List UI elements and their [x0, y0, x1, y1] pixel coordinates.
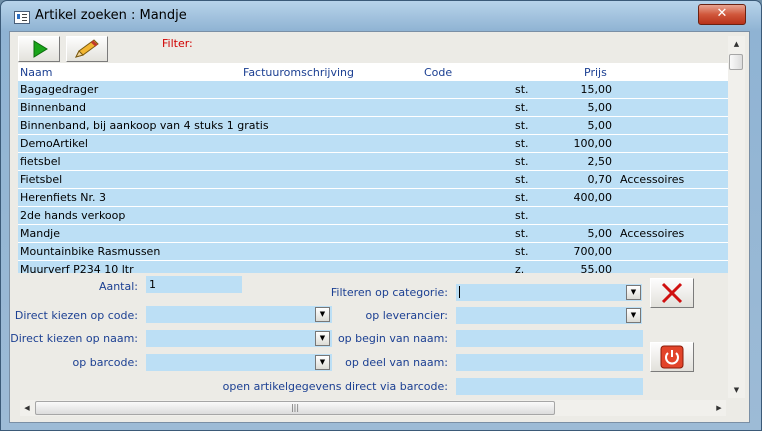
- begin-naam-input[interactable]: [456, 330, 643, 347]
- table-row[interactable]: Muurverf P234 10 ltr z. 55,00: [18, 261, 728, 273]
- cell-prijs: 400,00: [573, 191, 613, 204]
- list-rows: Bagagedrager st. 15,00 Binnenband st. 5,00 Bin…: [18, 81, 728, 273]
- list-header: Naam Factuuromschrijving Code Prijs: [18, 63, 728, 81]
- cell-prijs: 5,00: [587, 227, 613, 240]
- deel-naam-input[interactable]: [456, 354, 643, 371]
- cell-naam: Bagagedrager: [20, 83, 99, 96]
- cell-eenheid: st.: [515, 245, 529, 258]
- barcode-label: op barcode:: [72, 356, 138, 369]
- cell-naam: fietsbel: [20, 155, 61, 168]
- app-window: Artikel zoeken : Mandje ✕ Filter: Naam F…: [0, 0, 762, 431]
- table-row[interactable]: DemoArtikel st. 100,00: [18, 135, 728, 152]
- table-row[interactable]: Binnenband, bij aankoop van 4 stuks 1 gr…: [18, 117, 728, 134]
- cell-eenheid: st.: [515, 209, 529, 222]
- cell-eenheid: st.: [515, 191, 529, 204]
- edit-article-button[interactable]: [66, 36, 108, 62]
- table-row[interactable]: 2de hands verkoop st.: [18, 207, 728, 224]
- table-row[interactable]: Mandje st. 5,00 Accessoires: [18, 225, 728, 242]
- scroll-down-icon[interactable]: ▼: [728, 382, 745, 398]
- leverancier-combobox[interactable]: [456, 307, 642, 324]
- chevron-down-icon[interactable]: ▼: [626, 308, 641, 323]
- code-combobox[interactable]: [146, 306, 332, 323]
- cell-prijs: 55,00: [580, 263, 613, 273]
- open-barcode-input[interactable]: [456, 378, 643, 395]
- table-row[interactable]: Fietsbel st. 0,70 Accessoires: [18, 171, 728, 188]
- play-icon: [33, 40, 48, 58]
- categorie-combobox[interactable]: [456, 284, 642, 301]
- red-x-icon: [661, 282, 683, 304]
- cell-eenheid: st.: [515, 83, 529, 96]
- power-icon: [660, 345, 684, 369]
- clear-filter-button[interactable]: [650, 278, 694, 308]
- table-row[interactable]: Herenfiets Nr. 3 st. 400,00: [18, 189, 728, 206]
- text-cursor: [459, 286, 460, 298]
- cell-naam: Binnenband, bij aankoop van 4 stuks 1 gr…: [20, 119, 269, 132]
- categorie-label: Filteren op categorie:: [330, 286, 448, 299]
- table-row[interactable]: Binnenband st. 5,00: [18, 99, 728, 116]
- scroll-right-icon[interactable]: ▶: [712, 400, 726, 416]
- cell-naam: Mandje: [20, 227, 61, 240]
- cell-eenheid: st.: [515, 173, 529, 186]
- horizontal-scrollbar[interactable]: ◀ ||| ▶: [20, 400, 726, 416]
- cell-prijs: 5,00: [587, 101, 613, 114]
- cell-prijs: 0,70: [587, 173, 613, 186]
- barcode-combobox[interactable]: [146, 354, 332, 371]
- table-row[interactable]: fietsbel st. 2,50: [18, 153, 728, 170]
- deel-naam-label: op deel van naam:: [345, 356, 448, 369]
- cell-naam: Fietsbel: [20, 173, 63, 186]
- close-form-button[interactable]: [650, 342, 694, 372]
- cell-prijs: 5,00: [587, 119, 613, 132]
- open-barcode-label: open artikelgegevens direct via barcode:: [222, 380, 448, 393]
- table-row[interactable]: Bagagedrager st. 15,00: [18, 81, 728, 98]
- hscroll-thumb[interactable]: |||: [35, 401, 555, 415]
- cell-naam: Mountainbike Rasmussen: [20, 245, 161, 258]
- cell-prijs: 700,00: [573, 245, 613, 258]
- cell-naam: Binnenband: [20, 101, 86, 114]
- code-label: Direct kiezen op code:: [14, 309, 138, 322]
- cell-prijs: 15,00: [580, 83, 613, 96]
- vertical-scrollbar[interactable]: ▲ ▼: [728, 36, 745, 398]
- cell-categorie: Accessoires: [620, 227, 685, 240]
- form-icon: [14, 11, 30, 24]
- column-header-naam[interactable]: Naam: [20, 66, 52, 79]
- filter-label: Filter:: [162, 37, 193, 50]
- cell-eenheid: st.: [515, 227, 529, 240]
- scroll-up-icon[interactable]: ▲: [728, 36, 745, 52]
- chevron-down-icon[interactable]: ▼: [626, 285, 641, 300]
- article-list[interactable]: Naam Factuuromschrijving Code Prijs Baga…: [18, 63, 728, 273]
- cell-naam: 2de hands verkoop: [20, 209, 126, 222]
- run-search-button[interactable]: [18, 36, 60, 62]
- cell-naam: Herenfiets Nr. 3: [20, 191, 107, 204]
- close-button[interactable]: ✕: [698, 4, 746, 25]
- scroll-left-icon[interactable]: ◀: [20, 400, 34, 416]
- window-title: Artikel zoeken : Mandje: [35, 8, 187, 23]
- leverancier-label: op leverancier:: [365, 309, 448, 322]
- column-header-prijs[interactable]: Prijs: [584, 66, 607, 79]
- cell-prijs: 100,00: [573, 137, 613, 150]
- cell-naam: Muurverf P234 10 ltr: [20, 263, 134, 273]
- cell-prijs: 2,50: [587, 155, 613, 168]
- cell-categorie: Accessoires: [620, 173, 685, 186]
- pencil-icon: [75, 39, 99, 58]
- naam-label: Direct kiezen op naam:: [10, 332, 138, 345]
- begin-naam-label: op begin van naam:: [337, 332, 448, 345]
- form-client-area: Filter: Naam Factuuromschrijving Code Pr…: [9, 31, 750, 423]
- table-row[interactable]: Mountainbike Rasmussen st. 700,00: [18, 243, 728, 260]
- scroll-thumb[interactable]: [729, 54, 743, 70]
- cell-eenheid: z.: [515, 263, 525, 273]
- aantal-input[interactable]: [146, 276, 242, 293]
- cell-eenheid: st.: [515, 155, 529, 168]
- cell-eenheid: st.: [515, 101, 529, 114]
- aantal-label: Aantal:: [98, 280, 138, 293]
- naam-combobox[interactable]: [146, 330, 332, 347]
- column-header-factuuromschrijving[interactable]: Factuuromschrijving: [243, 66, 354, 79]
- column-header-code[interactable]: Code: [424, 66, 452, 79]
- cell-eenheid: st.: [515, 119, 529, 132]
- cell-eenheid: st.: [515, 137, 529, 150]
- title-bar[interactable]: Artikel zoeken : Mandje ✕: [1, 1, 761, 31]
- cell-naam: DemoArtikel: [20, 137, 88, 150]
